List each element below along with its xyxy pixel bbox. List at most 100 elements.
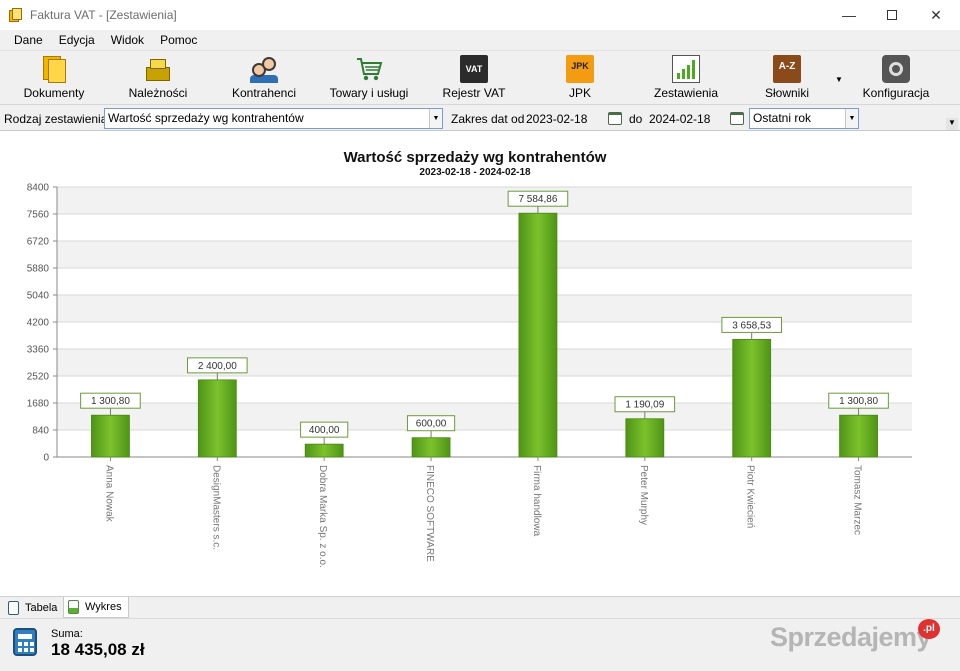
x-tick-label: Dobra Marka Sp. z o.o. (317, 465, 328, 568)
x-tick-label: Anna Nowak (103, 465, 114, 523)
y-tick-label: 7560 (27, 210, 50, 221)
bar (518, 212, 558, 458)
data-label: 3 658,53 (732, 320, 771, 331)
y-tick-label: 3360 (27, 345, 50, 356)
report-type-select[interactable]: Wartość sprzedaży wg kontrahentów ▼ (104, 108, 443, 129)
close-icon: ✕ (930, 6, 942, 23)
toolbar-naleznosci-button[interactable]: Należności (104, 53, 212, 103)
report-type-value: Wartość sprzedaży wg kontrahentów (108, 111, 304, 125)
toolbar-towary-button[interactable]: Towary i usługi (315, 53, 423, 103)
data-label: 1 300,80 (839, 396, 878, 407)
chart-band (57, 187, 912, 214)
bar (732, 339, 772, 458)
dictionary-icon: A-Z (773, 55, 801, 83)
date-from-field[interactable]: 2023-02-18 (526, 112, 587, 126)
x-tick-label: Peter Murphy (638, 465, 649, 525)
menu-widok[interactable]: Widok (103, 33, 152, 47)
range-from-label: Zakres dat od (451, 112, 525, 126)
report-type-label: Rodzaj zestawienia (4, 112, 108, 126)
chart-subtitle: 2023-02-18 - 2024-02-18 (419, 167, 531, 178)
app-icon (9, 8, 22, 22)
report-icon (672, 55, 700, 83)
toolbar-label: Zestawienia (653, 86, 719, 100)
x-tick-label: FINECO SOFTWARE (424, 465, 435, 562)
toolbar: Dokumenty Należności Kontrahenci Towary … (0, 50, 960, 104)
panel-overflow-icon[interactable]: ▼ (946, 118, 958, 130)
toolbar-dokumenty-button[interactable]: Dokumenty (0, 53, 108, 103)
sum-value: 18 435,08 zł (51, 640, 145, 659)
toolbar-label: Dokumenty (23, 86, 85, 100)
chart-band (57, 241, 912, 268)
chart-band (57, 295, 912, 322)
menu-pomoc[interactable]: Pomoc (152, 33, 205, 47)
settings-icon (882, 55, 910, 83)
data-label: 7 584,86 (518, 194, 557, 205)
toolbar-label: Towary i usługi (329, 86, 409, 100)
data-label: 1 300,80 (91, 396, 130, 407)
bar (91, 414, 130, 458)
chart-icon (68, 600, 79, 614)
watermark-badge: .pl (918, 619, 940, 639)
bar (304, 443, 344, 458)
filter-bar: Rodzaj zestawienia Wartość sprzedaży wg … (0, 104, 960, 130)
table-icon (8, 600, 19, 615)
period-select[interactable]: Ostatni rok ▼ (749, 108, 859, 129)
toolbar-kontrahenci-button[interactable]: Kontrahenci (210, 53, 318, 103)
cart-icon (355, 55, 383, 83)
y-tick-label: 2520 (27, 372, 50, 383)
toolbar-jpk-button[interactable]: JPK JPK (526, 53, 634, 103)
menu-edycja[interactable]: Edycja (51, 33, 103, 47)
toolbar-zestawienia-button[interactable]: Zestawienia (632, 53, 740, 103)
data-label: 1 190,09 (625, 400, 664, 411)
toolbar-slowniki-button[interactable]: A-Z Słowniki (733, 53, 841, 103)
data-label: 400,00 (309, 425, 340, 436)
tab-label: Wykres (85, 601, 122, 613)
menu-bar: Dane Edycja Widok Pomoc (0, 30, 960, 50)
window-title: Faktura VAT - [Zestawienia] (30, 8, 177, 22)
y-tick-label: 5040 (27, 291, 50, 302)
contacts-icon (250, 55, 278, 83)
period-value: Ostatni rok (753, 111, 812, 125)
toolbar-label: Należności (128, 86, 188, 100)
calendar-from-icon[interactable] (608, 112, 622, 125)
money-icon (144, 55, 172, 83)
toolbar-label: Konfiguracja (862, 86, 930, 100)
chevron-down-icon: ▼ (845, 109, 858, 128)
title-bar: Faktura VAT - [Zestawienia] — ✕ (0, 0, 960, 30)
x-tick-label: Firma handlowa (531, 465, 542, 537)
toolbar-rejestr-vat-button[interactable]: VAT Rejestr VAT (420, 53, 528, 103)
watermark-logo: Sprzedajemy (770, 622, 932, 652)
x-tick-label: Tomasz Marzec (852, 465, 863, 535)
y-tick-label: 0 (43, 453, 49, 464)
chart-band (57, 349, 912, 376)
menu-dane[interactable]: Dane (6, 33, 51, 47)
tab-tabela[interactable]: Tabela (4, 597, 63, 618)
minimize-button[interactable]: — (826, 0, 872, 30)
documents-icon (40, 55, 68, 83)
toolbar-label: Słowniki (764, 86, 809, 100)
sum-label: Suma: (51, 628, 83, 640)
y-tick-label: 5880 (27, 264, 50, 275)
maximize-button[interactable] (869, 0, 915, 30)
toolbar-label: Rejestr VAT (442, 86, 506, 100)
x-tick-label: DesignMasters s.c. (210, 465, 221, 550)
data-label: 2 400,00 (198, 361, 237, 372)
y-tick-label: 840 (32, 426, 49, 437)
chart-band (57, 403, 912, 430)
date-to-field[interactable]: 2024-02-18 (649, 112, 710, 126)
maximize-icon (887, 10, 897, 20)
bar (411, 437, 451, 458)
bar (839, 414, 878, 458)
data-label: 600,00 (416, 419, 447, 430)
tab-wykres[interactable]: Wykres (63, 597, 129, 618)
y-tick-label: 1680 (27, 399, 50, 410)
chart-panel: 0 840 1680 2520 3360 4200 5040 5880 6720 7560 8400… (0, 130, 960, 596)
y-tick-label: 8400 (27, 183, 50, 194)
toolbar-label: JPK (568, 86, 591, 100)
close-button[interactable]: ✕ (913, 0, 959, 30)
y-tick-label: 4200 (27, 318, 50, 329)
calendar-to-icon[interactable] (730, 112, 744, 125)
toolbar-konfiguracja-button[interactable]: Konfiguracja (842, 53, 950, 103)
tab-label: Tabela (25, 601, 58, 614)
status-bar: Suma: 18 435,08 zł Sprzedajemy .pl (0, 618, 960, 671)
